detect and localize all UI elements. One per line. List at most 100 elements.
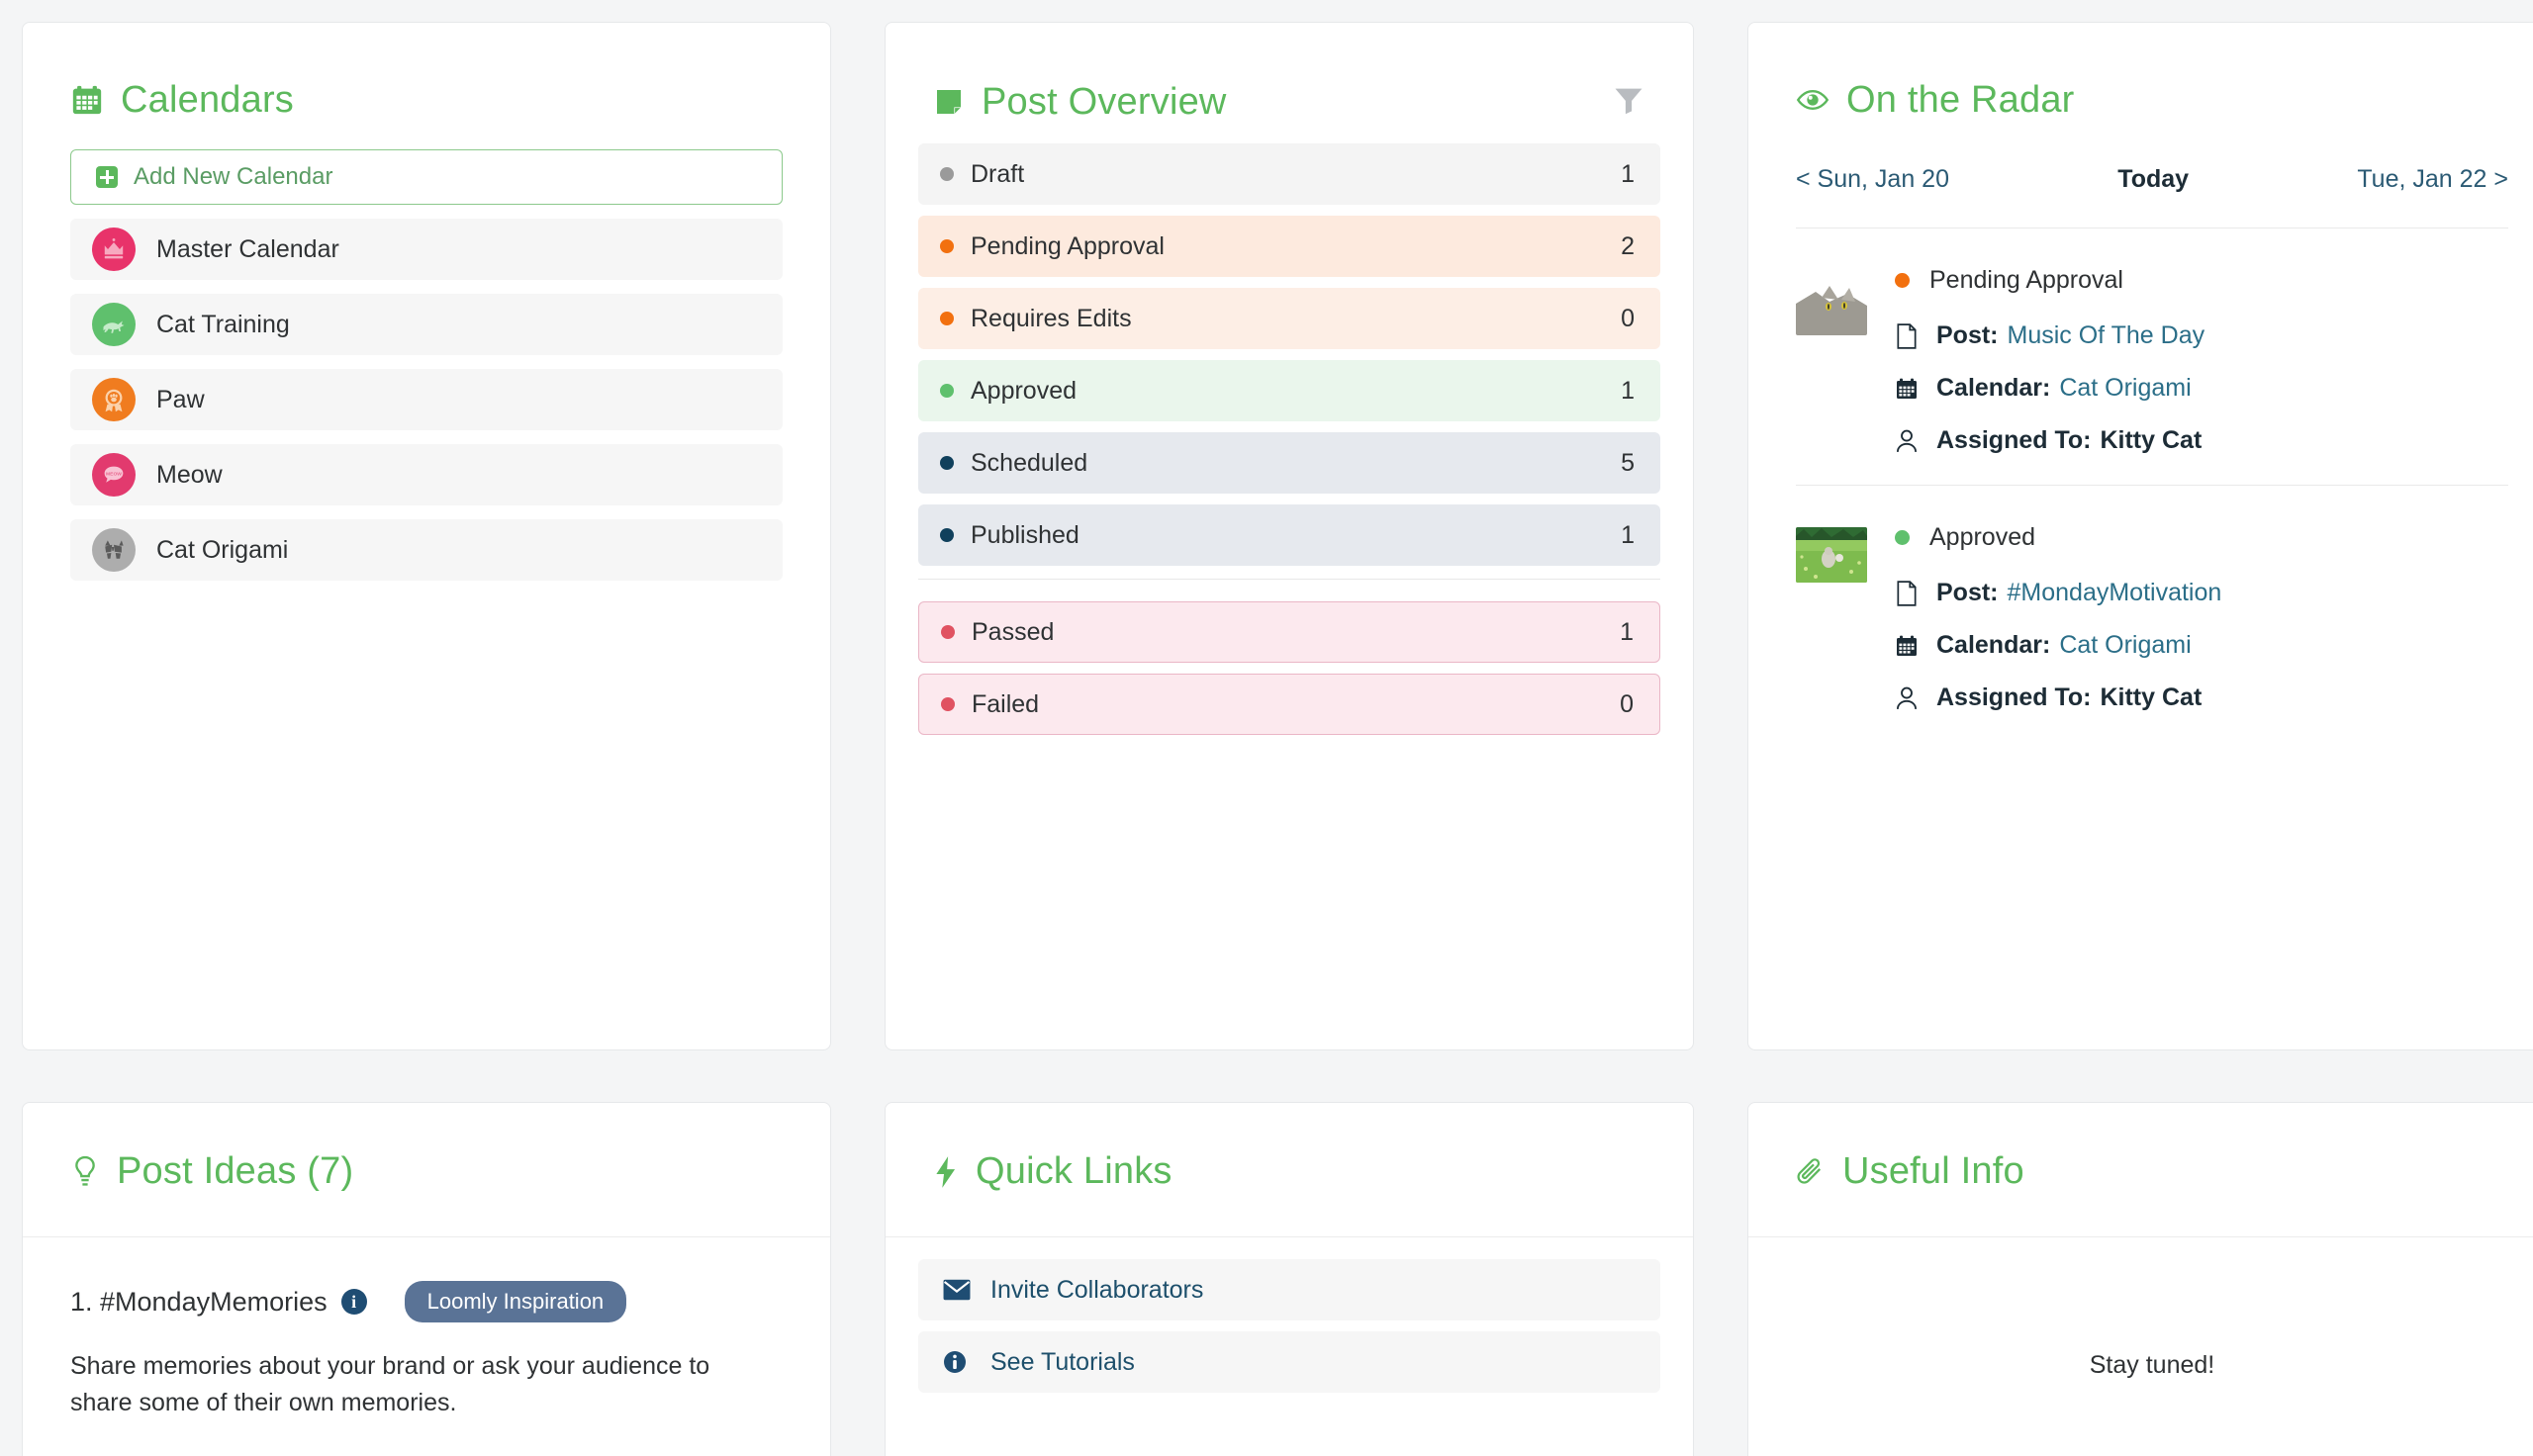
useful-info-body: Stay tuned! bbox=[1748, 1237, 2533, 1456]
radar-calendar-label: Calendar: bbox=[1936, 631, 2051, 659]
quick-links-panel: Quick Links Invite Collaborators See Tut… bbox=[885, 1102, 1694, 1456]
post-overview-panel: Post Overview Draft 1 Pending Approval 2 bbox=[885, 22, 1694, 1050]
radar-item-info: Pending Approval Post: Music Of The Day bbox=[1895, 266, 2508, 455]
radar-assignee-label: Assigned To: bbox=[1936, 683, 2092, 711]
calendar-list-item[interactable]: Master Calendar bbox=[70, 219, 783, 280]
status-label: Draft bbox=[971, 159, 1025, 188]
calendar-list-item[interactable]: MEOW Meow bbox=[70, 444, 783, 505]
status-dot bbox=[940, 456, 954, 470]
status-dot bbox=[940, 384, 954, 398]
quick-link-label: See Tutorials bbox=[990, 1347, 1135, 1376]
quick-link-invite-collaborators[interactable]: Invite Collaborators bbox=[918, 1259, 1660, 1320]
status-label: Published bbox=[971, 520, 1079, 549]
status-divider bbox=[918, 579, 1660, 580]
add-new-calendar-button[interactable]: Add New Calendar bbox=[70, 149, 783, 205]
calendar-item-label: Master Calendar bbox=[156, 234, 339, 263]
status-dot bbox=[1895, 273, 1910, 288]
calendar-item-label: Paw bbox=[156, 385, 205, 413]
status-label: Passed bbox=[972, 617, 1055, 646]
quick-link-label: Invite Collaborators bbox=[990, 1275, 1204, 1304]
calendar-list-item[interactable]: Cat Origami bbox=[70, 519, 783, 581]
post-ideas-header: Post Ideas (7) bbox=[23, 1103, 830, 1237]
crown-icon bbox=[92, 228, 136, 271]
calendars-body: Add New Calendar Master Calendar Cat Tra… bbox=[23, 130, 830, 581]
status-label: Requires Edits bbox=[971, 304, 1132, 332]
status-label: Failed bbox=[972, 689, 1040, 718]
origami-cat-icon bbox=[92, 528, 136, 572]
radar-calendar-label: Calendar: bbox=[1936, 374, 2051, 402]
calendar-list-item[interactable]: Cat Training bbox=[70, 294, 783, 355]
user-icon bbox=[1895, 428, 1921, 454]
paw-award-icon bbox=[92, 378, 136, 421]
status-row-passed[interactable]: Passed 1 bbox=[918, 601, 1660, 663]
radar-item-status: Approved bbox=[1895, 523, 2508, 552]
calendar-item-label: Meow bbox=[156, 460, 223, 489]
status-row-scheduled[interactable]: Scheduled 5 bbox=[918, 432, 1660, 494]
radar-prev-day-link[interactable]: < Sun, Jan 20 bbox=[1796, 165, 1949, 194]
post-overview-title: Post Overview bbox=[982, 80, 1227, 123]
status-label: Approved bbox=[971, 376, 1078, 405]
post-overview-body: Draft 1 Pending Approval 2 Requires Edit… bbox=[886, 130, 1693, 735]
radar-list-item[interactable]: Approved Post: #MondayMotivation Calenda… bbox=[1796, 485, 2508, 742]
radar-assignee-value: Kitty Cat bbox=[2100, 426, 2203, 454]
radar-calendar-line: Calendar: Cat Origami bbox=[1895, 631, 2508, 660]
calendars-panel: Calendars Add New Calendar Master Calend… bbox=[22, 22, 831, 1050]
filter-icon[interactable] bbox=[1612, 83, 1645, 122]
radar-body: < Sun, Jan 20 Today Tue, Jan 22 > Pendin… bbox=[1748, 130, 2533, 742]
radar-list-item[interactable]: Pending Approval Post: Music Of The Day bbox=[1796, 228, 2508, 485]
on-the-radar-panel: On the Radar < Sun, Jan 20 Today Tue, Ja… bbox=[1747, 22, 2533, 1050]
info-circle-icon bbox=[943, 1350, 973, 1374]
status-row-published[interactable]: Published 1 bbox=[918, 504, 1660, 566]
status-row-approved[interactable]: Approved 1 bbox=[918, 360, 1660, 421]
status-count: 1 bbox=[1621, 376, 1635, 405]
radar-post-link[interactable]: #MondayMotivation bbox=[2008, 579, 2222, 607]
radar-calendar-link[interactable]: Cat Origami bbox=[2059, 374, 2191, 403]
status-count: 1 bbox=[1620, 617, 1634, 646]
radar-post-link[interactable]: Music Of The Day bbox=[2008, 321, 2205, 350]
radar-status-label: Approved bbox=[1929, 523, 2036, 551]
radar-header: On the Radar bbox=[1748, 23, 2533, 130]
radar-post-label: Post: bbox=[1936, 579, 1999, 606]
status-label: Scheduled bbox=[971, 448, 1088, 477]
cat-photo-thumbnail bbox=[1796, 280, 1867, 335]
calendar-list-item[interactable]: Paw bbox=[70, 369, 783, 430]
quick-link-see-tutorials[interactable]: See Tutorials bbox=[918, 1331, 1660, 1393]
post-ideas-panel: Post Ideas (7) 1. #MondayMemories i Loom… bbox=[22, 1102, 831, 1456]
info-icon[interactable]: i bbox=[340, 1289, 367, 1315]
useful-info-empty-text: Stay tuned! bbox=[2089, 1350, 2215, 1379]
status-dot bbox=[940, 167, 954, 181]
lightning-icon bbox=[933, 1155, 959, 1189]
grass-field-thumbnail bbox=[1796, 527, 1867, 583]
radar-status-label: Pending Approval bbox=[1929, 266, 2123, 294]
status-row-failed[interactable]: Failed 0 bbox=[918, 674, 1660, 735]
post-overview-header: Post Overview bbox=[886, 23, 1693, 130]
status-label: Pending Approval bbox=[971, 231, 1165, 260]
radar-next-day-link[interactable]: Tue, Jan 22 > bbox=[2357, 165, 2508, 194]
radar-today-label[interactable]: Today bbox=[2117, 165, 2189, 194]
dashboard-grid: Calendars Add New Calendar Master Calend… bbox=[0, 0, 2533, 1456]
calendar-item-label: Cat Training bbox=[156, 310, 290, 338]
radar-date-nav: < Sun, Jan 20 Today Tue, Jan 22 > bbox=[1796, 130, 2508, 228]
status-count: 1 bbox=[1621, 159, 1635, 188]
paperclip-icon bbox=[1796, 1156, 1826, 1188]
status-row-pending-approval[interactable]: Pending Approval 2 bbox=[918, 216, 1660, 277]
status-dot bbox=[1895, 530, 1910, 545]
calendar-icon bbox=[70, 83, 104, 117]
status-count: 1 bbox=[1621, 520, 1635, 549]
radar-post-line: Post: #MondayMotivation bbox=[1895, 579, 2508, 607]
calendar-icon bbox=[1895, 633, 1921, 659]
radar-title: On the Radar bbox=[1846, 78, 2075, 121]
status-row-requires-edits[interactable]: Requires Edits 0 bbox=[918, 288, 1660, 349]
status-count: 5 bbox=[1621, 448, 1635, 477]
post-idea-description: Share memories about your brand or ask y… bbox=[70, 1352, 710, 1416]
status-dot bbox=[940, 528, 954, 542]
lightbulb-icon bbox=[70, 1155, 100, 1189]
radar-post-line: Post: Music Of The Day bbox=[1895, 321, 2508, 350]
radar-item-info: Approved Post: #MondayMotivation Calenda… bbox=[1895, 523, 2508, 712]
svg-text:MEOW: MEOW bbox=[106, 471, 122, 477]
status-row-draft[interactable]: Draft 1 bbox=[918, 143, 1660, 205]
radar-assignee-line: Assigned To: Kitty Cat bbox=[1895, 426, 2508, 455]
document-icon bbox=[1895, 322, 1921, 349]
radar-calendar-line: Calendar: Cat Origami bbox=[1895, 374, 2508, 403]
radar-calendar-link[interactable]: Cat Origami bbox=[2059, 631, 2191, 660]
